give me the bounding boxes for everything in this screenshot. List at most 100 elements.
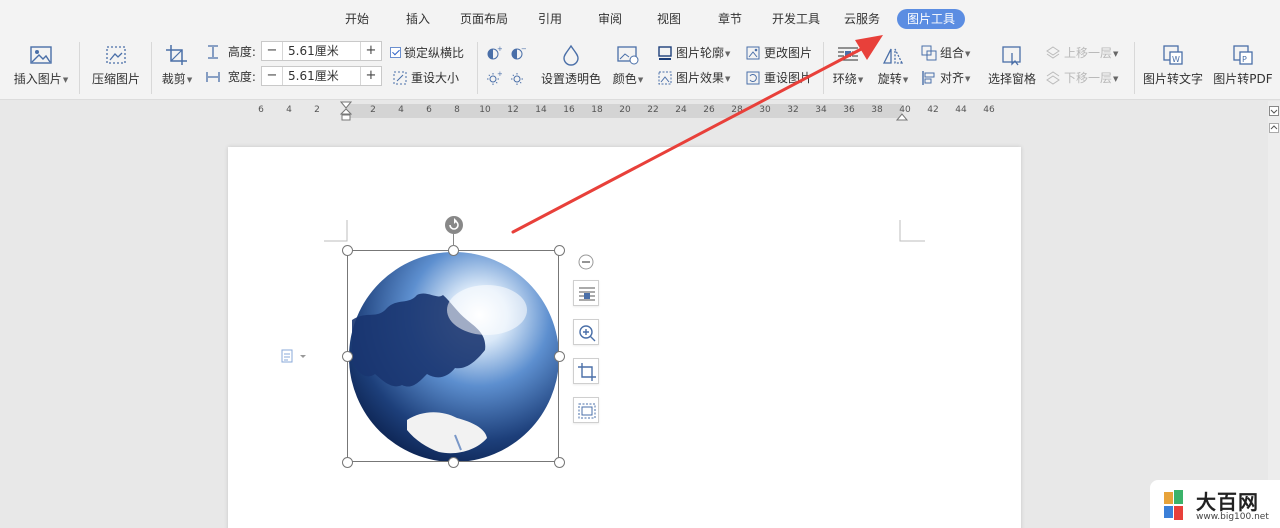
site-watermark-logo: 大百网 www.big100.net bbox=[1150, 480, 1280, 528]
bring-forward-label: 上移一层 bbox=[1064, 46, 1113, 60]
ruler-number: 8 bbox=[454, 105, 460, 115]
resize-handle-top-left[interactable] bbox=[342, 245, 353, 256]
tab-insert[interactable]: 插入 bbox=[406, 9, 430, 29]
picture-to-pdf-button[interactable]: P 图片转PDF bbox=[1212, 44, 1274, 87]
height-row: 高度: bbox=[205, 43, 256, 60]
increase-brightness-icon[interactable]: + bbox=[486, 70, 502, 86]
logo-title: 大百网 bbox=[1196, 490, 1259, 514]
picture-frame-button[interactable] bbox=[573, 397, 599, 423]
align-button[interactable]: 对齐▼ bbox=[921, 69, 970, 86]
insert-picture-button[interactable]: 插入图片▼ bbox=[12, 44, 70, 87]
picture-selection-frame[interactable] bbox=[347, 250, 559, 462]
compress-picture-label: 压缩图片 bbox=[91, 72, 140, 86]
crop-picture-button[interactable] bbox=[573, 358, 599, 384]
align-label: 对齐 bbox=[940, 71, 965, 85]
picture-to-text-button[interactable]: W 图片转文字 bbox=[1142, 44, 1204, 87]
collapse-toolbar-icon[interactable] bbox=[578, 254, 594, 270]
scroll-up-icon[interactable] bbox=[1269, 123, 1279, 133]
group-button[interactable]: 组合▼ bbox=[921, 44, 970, 61]
indent-marker-icon[interactable] bbox=[340, 101, 352, 121]
lock-aspect-ratio-label: 锁定纵横比 bbox=[404, 46, 465, 60]
tab-page-layout[interactable]: 页面布局 bbox=[460, 9, 508, 29]
crop-button[interactable]: 裁剪▼ bbox=[159, 44, 195, 87]
ruler-number: 44 bbox=[955, 105, 967, 115]
send-backward-label: 下移一层 bbox=[1064, 71, 1113, 85]
logo-url: www.big100.net bbox=[1196, 512, 1269, 522]
tab-home[interactable]: 开始 bbox=[345, 9, 369, 29]
bring-forward-button[interactable]: 上移一层▼ bbox=[1045, 44, 1118, 61]
width-increment-button[interactable]: + bbox=[361, 67, 381, 85]
resize-handle-bottom-right[interactable] bbox=[554, 457, 565, 468]
group-label: 组合 bbox=[940, 46, 965, 60]
group-icon bbox=[921, 45, 937, 61]
divider bbox=[79, 42, 80, 94]
ruler-number: 4 bbox=[286, 105, 292, 115]
svg-text:+: + bbox=[497, 45, 502, 53]
height-decrement-button[interactable]: − bbox=[262, 42, 282, 60]
chevron-down-icon: ▼ bbox=[965, 74, 971, 83]
reset-size-button[interactable]: 重设大小 bbox=[392, 69, 459, 86]
selection-pane-label: 选择窗格 bbox=[987, 72, 1036, 86]
annotation-arrow bbox=[511, 35, 883, 234]
height-spinner[interactable]: − 5.61厘米 + bbox=[261, 41, 382, 61]
width-label: 宽度: bbox=[227, 70, 256, 84]
send-backward-button[interactable]: 下移一层▼ bbox=[1045, 69, 1118, 86]
chevron-down-icon: ▼ bbox=[1113, 74, 1119, 83]
svg-text:+: + bbox=[497, 70, 502, 78]
selection-pane-button[interactable]: 选择窗格 bbox=[986, 44, 1038, 87]
crop-icon bbox=[166, 45, 187, 65]
width-decrement-button[interactable]: − bbox=[262, 67, 282, 85]
height-icon bbox=[208, 45, 218, 59]
resize-handle-top-right[interactable] bbox=[554, 245, 565, 256]
svg-text:W: W bbox=[1172, 55, 1180, 64]
divider bbox=[151, 42, 152, 94]
compress-picture-icon bbox=[106, 46, 126, 64]
resize-handle-top[interactable] bbox=[448, 245, 459, 256]
width-row: 宽度: bbox=[205, 68, 256, 85]
chevron-down-icon: ▼ bbox=[965, 49, 971, 58]
ruler-number: 6 bbox=[258, 105, 264, 115]
align-icon bbox=[922, 71, 935, 85]
resize-handle-right[interactable] bbox=[554, 351, 565, 362]
chevron-down-icon: ▼ bbox=[62, 75, 69, 84]
lock-aspect-ratio-checkbox[interactable]: 锁定纵横比 bbox=[390, 44, 464, 61]
width-spinner[interactable]: − 5.61厘米 + bbox=[261, 66, 382, 86]
ruler-number: 2 bbox=[314, 105, 320, 115]
height-increment-button[interactable]: + bbox=[361, 42, 381, 60]
divider bbox=[477, 42, 478, 94]
compress-picture-button[interactable]: 压缩图片 bbox=[90, 44, 142, 87]
ruler-number: 4 bbox=[398, 105, 404, 115]
resize-handle-bottom-left[interactable] bbox=[342, 457, 353, 468]
ruler-number: 2 bbox=[370, 105, 376, 115]
crop-label: 裁剪 bbox=[161, 72, 186, 86]
picture-to-text-icon: W bbox=[1163, 45, 1183, 65]
ruler-number: 10 bbox=[479, 105, 491, 115]
layout-options-button[interactable] bbox=[573, 280, 599, 306]
width-input[interactable]: 5.61厘米 bbox=[282, 67, 361, 85]
increase-contrast-icon[interactable]: + bbox=[486, 45, 502, 61]
ruler-number: 6 bbox=[426, 105, 432, 115]
resize-handle-bottom[interactable] bbox=[448, 457, 459, 468]
layout-options-icon bbox=[579, 287, 595, 301]
tab-picture-tools[interactable]: 图片工具 bbox=[897, 9, 966, 29]
rotate-handle-icon[interactable] bbox=[444, 215, 464, 235]
zoom-picture-button[interactable] bbox=[573, 319, 599, 345]
insert-picture-icon bbox=[30, 46, 52, 64]
send-backward-icon bbox=[1046, 71, 1060, 85]
picture-to-pdf-icon: P bbox=[1233, 45, 1253, 65]
height-input[interactable]: 5.61厘米 bbox=[282, 42, 361, 60]
picture-frame-icon bbox=[578, 403, 596, 419]
zoom-in-icon bbox=[579, 325, 596, 342]
rotate-handle-stem bbox=[453, 234, 454, 246]
crop-icon bbox=[578, 363, 596, 381]
vertical-scrollbar[interactable] bbox=[1268, 101, 1280, 528]
paragraph-layout-icon[interactable] bbox=[280, 348, 308, 364]
insert-picture-label: 插入图片 bbox=[13, 72, 62, 86]
width-icon bbox=[206, 72, 220, 82]
reset-size-label: 重设大小 bbox=[411, 71, 460, 85]
resize-handle-left[interactable] bbox=[342, 351, 353, 362]
chevron-down-icon: ▼ bbox=[1113, 49, 1119, 58]
selection-pane-icon bbox=[1002, 46, 1021, 66]
panel-toggle-icon[interactable] bbox=[1269, 106, 1279, 116]
checkbox-checked-icon bbox=[390, 47, 401, 58]
